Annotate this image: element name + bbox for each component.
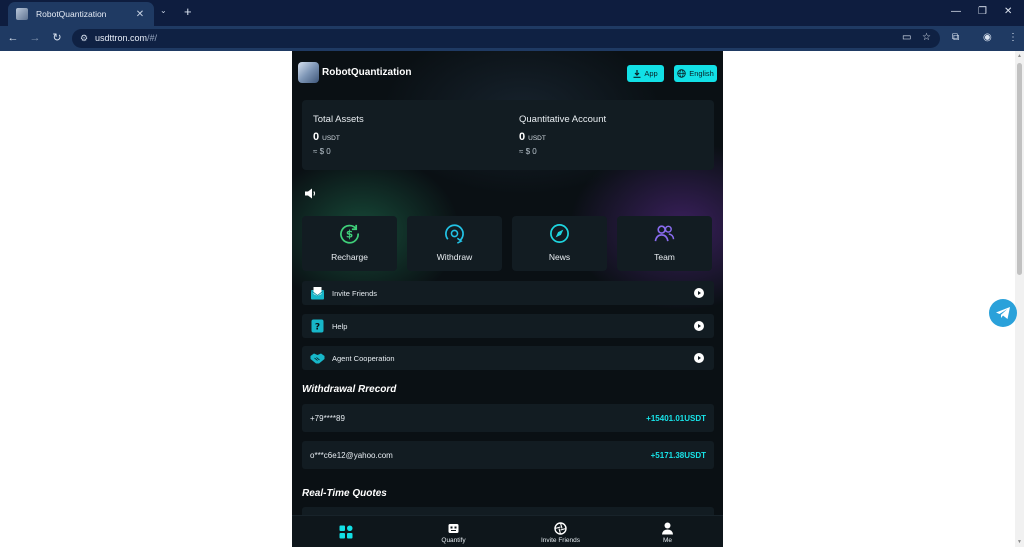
address-bar[interactable]: ⚙ usdttron.com/#/ ▭ ☆ [72,29,940,48]
forward-arrow-icon[interactable]: → [28,31,42,45]
tab-search-chevron-icon[interactable]: ⌄ [160,6,167,15]
withdrawal-amount: +5171.38USDT [650,451,706,460]
menu-agent-cooperation[interactable]: Agent Cooperation [302,346,714,370]
real-time-quotes-title: Real-Time Quotes [302,488,387,499]
telegram-button[interactable] [989,299,1017,327]
minimize-icon[interactable]: — [951,5,961,19]
withdrawal-row: +79****89 +15401.01USDT [302,404,714,432]
svg-text:$: $ [346,228,353,240]
svg-text:?: ? [315,323,320,333]
menu-help[interactable]: ? Help [302,314,714,338]
coin-withdraw-icon [445,224,464,244]
reload-icon[interactable]: ↻ [50,31,64,45]
menu-invite-friends[interactable]: Invite Friends [302,281,714,305]
scroll-up-icon[interactable]: ▲ [1017,53,1022,59]
window-close-icon[interactable]: ✕ [1004,5,1012,19]
extensions-icon[interactable]: ⧉ [952,32,959,43]
globe-icon [677,69,686,78]
announcement-speaker-icon [305,188,316,199]
withdraw-button[interactable]: Withdraw [407,216,502,271]
app-header: RobotQuantization App English [292,51,723,95]
withdrawal-user: o***c6e12@yahoo.com [310,451,393,460]
quant-account-label: Quantitative Account [519,114,607,125]
brand-name: RobotQuantization [322,67,412,78]
tab-title: RobotQuantization [36,9,107,19]
nav-me[interactable]: Me [614,516,721,547]
mobile-app-view: RobotQuantization App English Total Asse… [292,51,723,547]
grid-home-icon [339,525,353,539]
nav-invite-friends[interactable]: Invite Friends [507,516,614,547]
quant-account-fiat: ≈ $ 0 [519,147,537,156]
team-label: Team [654,252,675,262]
question-icon: ? [311,319,324,333]
arrow-right-icon [694,288,704,298]
download-icon [633,69,641,78]
browser-toolbar: ← → ↻ ⚙ usdttron.com/#/ ▭ ☆ ⧉ ◉ ⋮ [0,26,1024,51]
withdrawal-record-title: Withdrawal Rrecord [302,384,397,395]
person-icon [662,522,673,535]
browser-menu-icon[interactable]: ⋮ [1008,32,1018,43]
arrow-right-icon [694,353,704,363]
site-info-icon[interactable]: ⚙ [80,33,88,44]
withdraw-label: Withdraw [436,252,473,262]
scroll-thumb[interactable] [1017,63,1022,275]
people-icon [654,225,675,242]
compass-icon [550,224,569,243]
news-label: News [548,252,571,262]
telegram-plane-icon [996,307,1010,319]
nav-me-label: Me [662,537,673,544]
nav-quantify[interactable]: Quantify [400,516,507,547]
new-tab-button[interactable]: + [184,4,192,20]
withdrawal-row: o***c6e12@yahoo.com +5171.38USDT [302,441,714,469]
aperture-icon [554,522,567,535]
site-favicon-icon [16,8,28,20]
browser-tab-bar: RobotQuantization ✕ ⌄ + — ❐ ✕ [0,0,1024,26]
robot-icon [448,524,459,533]
nav-home[interactable] [292,516,399,547]
quant-account-value: 0 USDT [519,131,546,143]
menu-agent-cooperation-label: Agent Cooperation [332,354,395,363]
nav-invite-friends-label: Invite Friends [540,537,581,544]
download-app-button[interactable]: App [627,65,664,82]
total-assets: Total Assets 0 USDT ≈ $ 0 [313,114,364,156]
menu-help-label: Help [332,322,348,331]
scroll-down-icon[interactable]: ▼ [1017,539,1022,545]
tab-close-icon[interactable]: ✕ [134,9,146,20]
assets-card: Total Assets 0 USDT ≈ $ 0 Quantitative Ac… [302,100,714,170]
envelope-icon [310,287,325,300]
restore-icon[interactable]: ❐ [978,5,987,19]
recharge-button[interactable]: $ Recharge [302,216,397,271]
language-button[interactable]: English [674,65,717,82]
total-assets-value: 0 USDT [313,131,340,143]
quant-account: Quantitative Account 0 USDT ≈ $ 0 [519,114,606,156]
bottom-navigation: Quantify Invite Friends Me [292,515,723,547]
browser-tab[interactable]: RobotQuantization ✕ [8,2,154,26]
withdrawal-user: +79****89 [310,414,345,423]
news-button[interactable]: News [512,216,607,271]
dollar-circle-icon: $ [340,224,359,244]
profile-icon[interactable]: ◉ [983,32,992,43]
handshake-icon [310,353,325,364]
bookmark-star-icon[interactable]: ☆ [922,32,931,43]
page-scrollbar[interactable]: ▲ ▼ [1015,51,1024,547]
withdrawal-amount: +15401.01USDT [646,414,706,423]
recharge-label: Recharge [331,252,368,262]
url-text[interactable]: usdttron.com/#/ [95,33,157,43]
back-arrow-icon[interactable]: ← [6,31,20,45]
cast-icon[interactable]: ▭ [902,32,911,43]
team-button[interactable]: Team [617,216,712,271]
arrow-right-icon [694,321,704,331]
nav-quantify-label: Quantify [441,537,466,544]
robot-logo-icon [298,62,319,83]
menu-invite-friends-label: Invite Friends [332,289,378,298]
total-assets-fiat: ≈ $ 0 [313,147,331,156]
total-assets-label: Total Assets [313,114,364,125]
